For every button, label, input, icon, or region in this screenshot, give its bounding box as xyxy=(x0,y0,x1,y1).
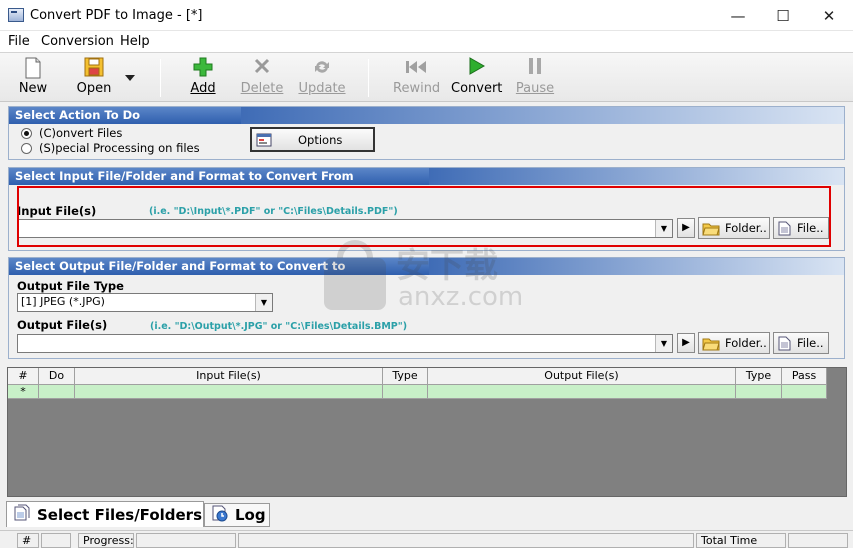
options-icon xyxy=(256,132,272,151)
play-arrow-icon: ▶ xyxy=(682,337,690,348)
open-button[interactable]: Open xyxy=(73,55,115,99)
output-play-button[interactable]: ▶ xyxy=(677,333,695,353)
refresh-icon xyxy=(311,57,333,79)
grid-header-input-files[interactable]: Input File(s) xyxy=(75,368,383,385)
new-button[interactable]: New xyxy=(13,55,53,99)
output-folder-label: Folder.. xyxy=(725,336,767,350)
action-panel-header: Select Action To Do xyxy=(9,107,241,124)
special-processing-radio[interactable] xyxy=(21,143,32,154)
status-progress-value xyxy=(136,533,236,548)
input-panel-header: Select Input File/Folder and Format to C… xyxy=(9,168,429,185)
output-type-select[interactable]: [1] JPEG (*.JPG) ▼ xyxy=(17,293,273,312)
delete-label: Delete xyxy=(240,81,284,96)
rewind-label: Rewind xyxy=(393,81,441,96)
menu-file[interactable]: File xyxy=(8,34,30,49)
chevron-down-icon[interactable]: ▼ xyxy=(655,335,672,352)
output-type-label: Output File Type xyxy=(17,279,124,293)
header-fade xyxy=(241,107,844,124)
tab-select-files-label: Select Files/Folders xyxy=(37,505,203,524)
grid-header-do[interactable]: Do xyxy=(39,368,75,385)
files-tab-icon xyxy=(13,504,31,526)
action-panel: Select Action To Do (C)onvert Files (S)p… xyxy=(8,106,845,160)
file-icon xyxy=(778,336,791,354)
menu-bar: File Conversion Help xyxy=(0,31,853,53)
convert-label: Convert xyxy=(451,81,503,96)
header-fade xyxy=(429,168,844,185)
output-files-combo[interactable]: ▼ xyxy=(17,334,673,353)
open-label: Open xyxy=(76,81,112,96)
tab-log[interactable]: Log xyxy=(204,503,270,527)
grid-new-row-marker[interactable]: * xyxy=(8,385,39,399)
minimize-button[interactable]: — xyxy=(715,0,761,31)
status-bar: # Progress: Total Time (Sec): xyxy=(0,530,853,548)
output-folder-button[interactable]: Folder.. xyxy=(698,332,770,354)
status-count: # xyxy=(17,533,39,548)
watermark-text: 安下载 xyxy=(396,246,498,286)
grid-header-pass[interactable]: Pass xyxy=(782,368,827,385)
special-processing-label[interactable]: (S)pecial Processing on files xyxy=(39,141,200,155)
toolbar-separator xyxy=(368,59,369,97)
add-label: Add xyxy=(190,81,216,96)
status-progress-label: Progress: xyxy=(78,533,134,548)
grid-header-output-files[interactable]: Output File(s) xyxy=(428,368,736,385)
chevron-down-icon[interactable]: ▼ xyxy=(255,294,272,311)
table-cell[interactable] xyxy=(39,385,75,399)
convert-files-label[interactable]: (C)onvert Files xyxy=(39,126,122,140)
watermark: 安下载 anxz.com xyxy=(320,238,540,318)
delete-button[interactable]: Delete xyxy=(240,55,284,99)
toolbar-separator xyxy=(160,59,161,97)
update-button[interactable]: Update xyxy=(298,55,346,99)
convert-button[interactable]: Convert xyxy=(451,55,503,99)
status-total-time-label: Total Time (Sec): xyxy=(696,533,786,548)
table-cell[interactable] xyxy=(75,385,383,399)
menu-conversion[interactable]: Conversion xyxy=(41,34,114,49)
output-files-label: Output File(s) xyxy=(17,318,108,332)
status-total-time-value xyxy=(788,533,848,548)
rewind-icon xyxy=(405,57,427,79)
table-cell[interactable] xyxy=(383,385,428,399)
play-icon xyxy=(465,57,487,79)
pause-icon xyxy=(524,57,546,79)
add-button[interactable]: Add xyxy=(185,55,221,99)
convert-files-radio[interactable] xyxy=(21,128,32,139)
output-file-label: File.. xyxy=(797,336,824,350)
toolbar: New Open Add Delete Update Rewind Conver… xyxy=(0,53,853,102)
table-cell[interactable] xyxy=(428,385,736,399)
window-title: Convert PDF to Image - [*] xyxy=(30,8,203,23)
table-cell[interactable] xyxy=(782,385,827,399)
tab-log-label: Log xyxy=(235,506,266,524)
grid-header-output-type[interactable]: Type xyxy=(736,368,782,385)
table-cell[interactable] xyxy=(736,385,782,399)
pause-button[interactable]: Pause xyxy=(515,55,555,99)
delete-x-icon xyxy=(251,57,273,79)
menu-help[interactable]: Help xyxy=(120,34,150,49)
maximize-button[interactable]: ☐ xyxy=(760,0,806,31)
app-icon xyxy=(8,8,24,22)
tab-select-files-folders[interactable]: Select Files/Folders xyxy=(6,501,204,527)
clock-document-icon xyxy=(211,504,229,526)
pause-label: Pause xyxy=(515,81,555,96)
close-button[interactable]: ✕ xyxy=(806,0,852,31)
output-file-button[interactable]: File.. xyxy=(773,332,829,354)
output-type-value: [1] JPEG (*.JPG) xyxy=(21,295,105,308)
watermark-bag-icon xyxy=(324,240,386,310)
rewind-button[interactable]: Rewind xyxy=(393,55,441,99)
new-document-icon xyxy=(22,57,44,79)
add-plus-icon xyxy=(192,57,214,79)
options-label: Options xyxy=(298,133,343,147)
open-dropdown-arrow-icon[interactable] xyxy=(124,71,136,81)
save-disk-icon xyxy=(83,57,105,79)
folder-icon xyxy=(702,336,720,354)
watermark-url: anxz.com xyxy=(398,282,524,312)
output-files-hint: (i.e. "D:\Output\*.JPG" or "C:\Files\Det… xyxy=(150,321,408,332)
status-count-value xyxy=(41,533,71,548)
update-label: Update xyxy=(298,81,346,96)
status-message xyxy=(238,533,694,548)
grid-header-index[interactable]: # xyxy=(8,368,39,385)
new-label: New xyxy=(18,81,48,96)
options-button[interactable]: Options xyxy=(250,127,375,152)
title-bar: Convert PDF to Image - [*] — ☐ ✕ xyxy=(0,0,853,31)
files-grid[interactable]: # Do Input File(s) Type Output File(s) T… xyxy=(7,367,847,497)
grid-header-input-type[interactable]: Type xyxy=(383,368,428,385)
